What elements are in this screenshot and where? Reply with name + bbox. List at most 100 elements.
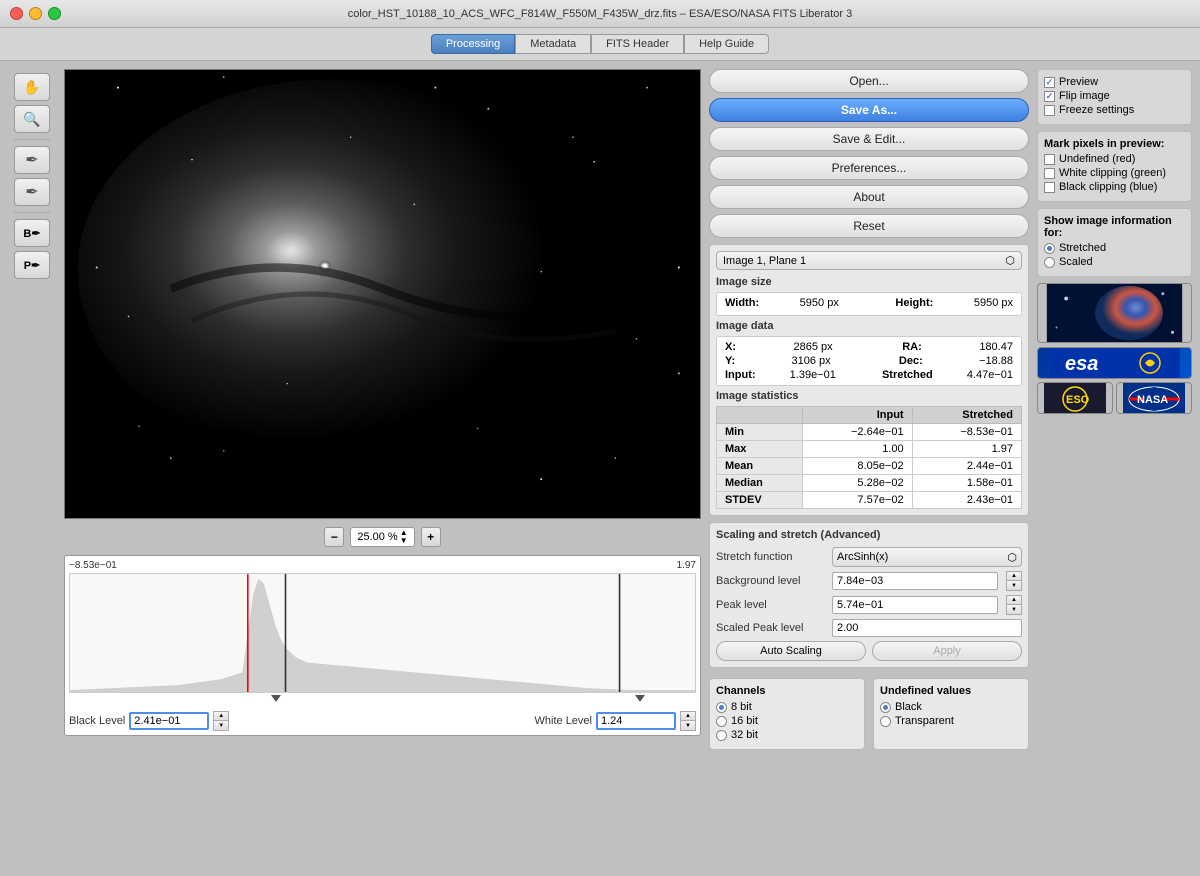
- white-point-tool[interactable]: P✒: [14, 251, 50, 279]
- peak-level-input[interactable]: [832, 596, 998, 614]
- apply-button[interactable]: Apply: [872, 641, 1022, 661]
- window-controls[interactable]: [10, 7, 61, 20]
- x-value: 2865 px: [794, 341, 833, 353]
- scaled-peak-input[interactable]: [832, 619, 1022, 637]
- hand-tool[interactable]: ✋: [14, 73, 50, 101]
- freeze-row[interactable]: Freeze settings: [1044, 104, 1185, 116]
- radio-8bit[interactable]: [716, 702, 727, 713]
- zoom-controls: − 25.00 % ▲ ▼ +: [64, 525, 701, 549]
- preview-checkbox[interactable]: [1044, 77, 1055, 88]
- preview-row[interactable]: Preview: [1044, 76, 1185, 88]
- background-level-stepper[interactable]: ▲ ▼: [1006, 571, 1022, 591]
- maximize-button[interactable]: [48, 7, 61, 20]
- histogram-markers: [69, 693, 696, 707]
- close-button[interactable]: [10, 7, 23, 20]
- peak-level-row: Peak level ▲ ▼: [716, 595, 1022, 615]
- black-clipping-row[interactable]: Black clipping (blue): [1044, 181, 1185, 193]
- minimize-button[interactable]: [29, 7, 42, 20]
- show-scaled-row[interactable]: Scaled: [1044, 256, 1185, 268]
- eyedropper1-icon: ✒: [25, 150, 38, 170]
- peak-stepper-up[interactable]: ▲: [1007, 596, 1021, 605]
- flip-checkbox[interactable]: [1044, 91, 1055, 102]
- svg-text:NASA: NASA: [1137, 394, 1168, 406]
- white-level-marker[interactable]: [635, 695, 645, 702]
- tab-metadata[interactable]: Metadata: [515, 34, 591, 54]
- bg-stepper-up[interactable]: ▲: [1007, 572, 1021, 581]
- image-info-section: Image 1, Plane 1 ⬡ Image size Width: 595…: [709, 244, 1029, 516]
- image-select-dropdown[interactable]: Image 1, Plane 1 ⬡: [716, 251, 1022, 270]
- stats-stretched: 2.43e−01: [912, 492, 1021, 509]
- stats-input: −2.64e−01: [803, 424, 912, 441]
- white-level-down[interactable]: ▼: [681, 721, 695, 730]
- channel-32bit[interactable]: 32 bit: [716, 729, 858, 741]
- zoom-stepper[interactable]: ▲ ▼: [400, 529, 408, 545]
- tab-help-guide[interactable]: Help Guide: [684, 34, 769, 54]
- open-button[interactable]: Open...: [709, 69, 1029, 93]
- zoom-out-button[interactable]: −: [324, 527, 344, 547]
- black-clipping-label: Black clipping (blue): [1059, 181, 1157, 193]
- ra-label: RA:: [902, 341, 922, 353]
- radio-32bit[interactable]: [716, 730, 727, 741]
- bg-stepper-down[interactable]: ▼: [1007, 581, 1021, 590]
- black-level-marker[interactable]: [271, 695, 281, 702]
- preferences-button[interactable]: Preferences...: [709, 156, 1029, 180]
- eyedropper-tool-2[interactable]: ✒: [14, 178, 50, 206]
- zoom-down-arrow: ▼: [400, 537, 408, 545]
- radio-black[interactable]: [880, 702, 891, 713]
- undefined-red-row[interactable]: Undefined (red): [1044, 153, 1185, 165]
- stats-input: 8.05e−02: [803, 458, 912, 475]
- undefined-red-checkbox[interactable]: [1044, 154, 1055, 165]
- black-level-up[interactable]: ▲: [214, 712, 228, 721]
- save-as-button[interactable]: Save As...: [709, 98, 1029, 122]
- tab-fits-header[interactable]: FITS Header: [591, 34, 684, 54]
- stats-label: STDEV: [717, 492, 803, 509]
- y-value: 3106 px: [791, 355, 830, 367]
- channel-16bit[interactable]: 16 bit: [716, 715, 858, 727]
- stretch-function-select[interactable]: ArcSinh(x) ⬡: [832, 547, 1022, 567]
- black-level-down[interactable]: ▼: [214, 721, 228, 730]
- white-clipping-row[interactable]: White clipping (green): [1044, 167, 1185, 179]
- flip-row[interactable]: Flip image: [1044, 90, 1185, 102]
- esa-logo: esa: [1037, 347, 1192, 379]
- eyedropper2-icon: ✒: [25, 182, 38, 202]
- white-clipping-checkbox[interactable]: [1044, 168, 1055, 179]
- zoom-in-button[interactable]: +: [421, 527, 441, 547]
- black-level-stepper[interactable]: ▲ ▼: [213, 711, 229, 731]
- show-scaled-radio[interactable]: [1044, 257, 1055, 268]
- peak-level-stepper[interactable]: ▲ ▼: [1006, 595, 1022, 615]
- white-level-up[interactable]: ▲: [681, 712, 695, 721]
- histogram-area: −8.53e−01 1.97: [64, 555, 701, 736]
- auto-scaling-button[interactable]: Auto Scaling: [716, 641, 866, 661]
- zoom-tool[interactable]: 🔍: [14, 105, 50, 133]
- undef-transparent[interactable]: Transparent: [880, 715, 1022, 727]
- image-size-box: Width: 5950 px Height: 5950 px: [716, 292, 1022, 316]
- freeze-checkbox[interactable]: [1044, 105, 1055, 116]
- undef-black[interactable]: Black: [880, 701, 1022, 713]
- histogram-min-label: −8.53e−01: [69, 560, 117, 571]
- white-level-stepper[interactable]: ▲ ▼: [680, 711, 696, 731]
- black-level-input[interactable]: [129, 712, 209, 730]
- background-level-input[interactable]: [832, 572, 998, 590]
- eyedropper-tool-1[interactable]: ✒: [14, 146, 50, 174]
- channel-8bit[interactable]: 8 bit: [716, 701, 858, 713]
- show-stretched-radio[interactable]: [1044, 243, 1055, 254]
- radio-transparent[interactable]: [880, 716, 891, 727]
- image-preview[interactable]: [64, 69, 701, 519]
- black-point-tool[interactable]: B✒: [14, 219, 50, 247]
- flip-label: Flip image: [1059, 90, 1110, 102]
- save-edit-button[interactable]: Save & Edit...: [709, 127, 1029, 151]
- radio-16bit[interactable]: [716, 716, 727, 727]
- stats-input: 5.28e−02: [803, 475, 912, 492]
- peak-stepper-down[interactable]: ▼: [1007, 605, 1021, 614]
- channel-32bit-label: 32 bit: [731, 729, 758, 741]
- tab-processing[interactable]: Processing: [431, 34, 515, 54]
- reset-button[interactable]: Reset: [709, 214, 1029, 238]
- white-level-input[interactable]: [596, 712, 676, 730]
- table-row: Min −2.64e−01 −8.53e−01: [717, 424, 1022, 441]
- show-stretched-row[interactable]: Stretched: [1044, 242, 1185, 254]
- about-button[interactable]: About: [709, 185, 1029, 209]
- show-info-title: Show image information for:: [1044, 215, 1185, 239]
- mark-pixels-title: Mark pixels in preview:: [1044, 138, 1185, 150]
- histogram-canvas[interactable]: [69, 573, 696, 693]
- black-clipping-checkbox[interactable]: [1044, 182, 1055, 193]
